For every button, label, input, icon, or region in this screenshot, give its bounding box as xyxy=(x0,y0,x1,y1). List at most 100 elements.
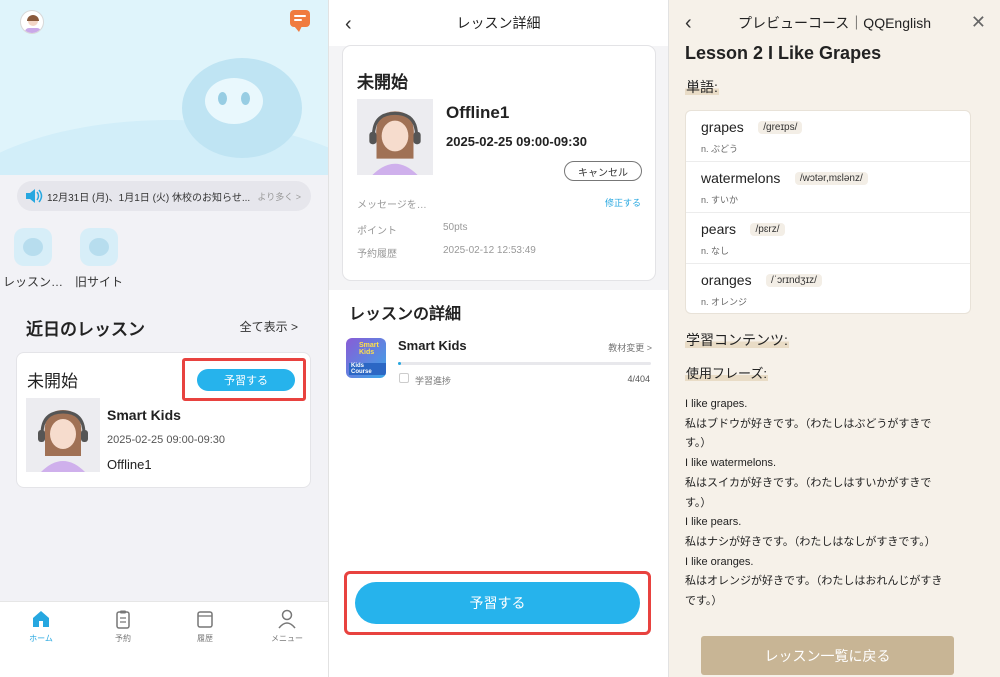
see-all-link[interactable]: 全て表示 > xyxy=(240,318,298,335)
tab-menu[interactable]: メニュー xyxy=(246,602,328,677)
close-icon[interactable]: ✕ xyxy=(971,12,986,33)
lesson-card[interactable]: 未開始 予習する Smart Kids 2025-02-25 09:00-09:… xyxy=(16,352,311,488)
vocab-word: oranges xyxy=(701,272,752,288)
shortcut-lesson[interactable]: レッスン… xyxy=(0,228,66,290)
vocab-phonetic: /wɔtər,mɛlənz/ xyxy=(794,172,868,185)
page-title: プレビューコース｜QQEnglish xyxy=(738,15,931,31)
vocab-list: grapes /greɪps/ n. ぶどう watermelons /wɔtə… xyxy=(685,110,971,314)
course-name: Smart Kids xyxy=(107,407,181,423)
sample-line: 私はスイカが好きです。（わたしはすいかがすきで xyxy=(685,476,932,489)
avatar-icon xyxy=(25,15,41,33)
vocab-meaning: n. すいか xyxy=(701,195,739,205)
notice-text: 12月31日 (月)、1月1日 (火) 休校のお知らせ... xyxy=(47,192,251,204)
user-avatar[interactable] xyxy=(20,10,44,34)
vocab-item: pears /pɛrz/ n. なし xyxy=(686,213,970,264)
tab-label: メニュー xyxy=(271,634,303,643)
clipboard-icon xyxy=(113,609,133,629)
teacher-avatar-icon xyxy=(26,398,100,472)
sample-line: です。） xyxy=(685,595,723,608)
mascot-face xyxy=(205,78,263,124)
sample-line: I like grapes. xyxy=(685,398,748,410)
vocab-item: oranges /ˈɔrɪndʒɪz/ n. オレンジ xyxy=(686,264,970,315)
progress-label: 学習進捗 xyxy=(415,376,452,386)
teacher-avatar-icon xyxy=(357,99,433,175)
points-value: 50pts xyxy=(443,222,468,233)
teacher-name: Offline1 xyxy=(107,457,152,472)
progress-icon xyxy=(399,373,409,383)
book-icon xyxy=(195,609,215,629)
shortcut-label: 旧サイト xyxy=(74,275,123,289)
tab-booking[interactable]: 予約 xyxy=(82,602,164,677)
content-heading: 学習コンテンツ: xyxy=(685,332,789,348)
vocab-meaning: n. なし xyxy=(701,246,730,256)
teacher-name: Offline1 xyxy=(446,103,510,122)
tab-label: ホーム xyxy=(29,634,53,643)
cancel-button[interactable]: キャンセル xyxy=(564,161,642,181)
speaker-icon xyxy=(25,188,47,204)
section-title: レッスンの詳細 xyxy=(349,306,462,323)
progress-bar xyxy=(398,362,651,365)
teacher-photo xyxy=(26,398,100,472)
notice-more-link[interactable]: より多く > xyxy=(257,190,301,203)
lesson-time: 2025-02-25 09:00-09:30 xyxy=(446,134,587,149)
booked-label: 予約履歴 xyxy=(357,249,397,260)
sample-line: 私はオレンジが好きです。（わたしはおれんじがすき xyxy=(685,575,943,588)
old-site-shortcut-icon xyxy=(80,228,118,266)
vocab-word: watermelons xyxy=(701,170,781,186)
sample-line: I like oranges. xyxy=(685,555,754,568)
change-material-link[interactable]: 教材変更 > xyxy=(608,341,652,354)
highlight-box: 予習する xyxy=(344,571,651,635)
vocab-meaning: n. ぶどう xyxy=(701,144,739,154)
course-thumbnail: Smart Kids Kids Course xyxy=(346,338,386,378)
course-name: Smart Kids xyxy=(398,338,467,353)
thumb-title: Smart Kids xyxy=(359,342,379,356)
home-icon xyxy=(31,609,51,629)
back-to-list-button[interactable]: レッスン一覧に戻る xyxy=(701,636,954,675)
back-icon[interactable]: ‹ xyxy=(345,13,352,36)
sample-line: I like watermelons. xyxy=(685,457,777,470)
thumb-subtitle: Kids Course xyxy=(349,363,386,375)
lesson-title: Lesson 2 I Like Grapes xyxy=(685,43,882,63)
sample-line: す。） xyxy=(685,437,712,450)
sample-sentences: I like grapes. 私はブドウが好きです。（わたしはぶどうがすきで す… xyxy=(685,395,967,612)
vocab-phonetic: /ˈɔrɪndʒɪz/ xyxy=(766,274,822,287)
sample-line: す。） xyxy=(685,496,712,509)
lesson-time: 2025-02-25 09:00-09:30 xyxy=(107,434,226,446)
bottom-tab-bar: ホーム 予約 履歴 メニュー xyxy=(0,601,328,677)
vocab-phonetic: /pɛrz/ xyxy=(750,223,785,236)
person-icon xyxy=(277,609,297,629)
vocab-meaning: n. オレンジ xyxy=(701,297,748,307)
sample-line: 私はナシが好きです。（わたしはなしがすきです。） xyxy=(685,535,936,548)
prepare-button-large[interactable]: 予習する xyxy=(355,582,640,624)
preview-course-screen: ‹ プレビューコース｜QQEnglish ✕ Lesson 2 I Like G… xyxy=(668,0,1000,677)
preview-navbar: ‹ プレビューコース｜QQEnglish ✕ xyxy=(669,0,1000,46)
message-label[interactable]: メッセージを… xyxy=(357,196,427,211)
notice-bar[interactable]: 12月31日 (月)、1月1日 (火) 休校のお知らせ... より多く > xyxy=(17,181,311,211)
recent-lessons-title: 近日のレッスン xyxy=(26,320,145,339)
phrases-heading: 使用フレーズ: xyxy=(685,366,768,381)
teacher-photo xyxy=(357,99,433,175)
points-label: ポイント xyxy=(357,226,397,237)
lesson-status: 未開始 xyxy=(27,372,78,391)
prepare-button[interactable]: 予習する xyxy=(197,369,295,391)
tab-history[interactable]: 履歴 xyxy=(164,602,246,677)
back-icon[interactable]: ‹ xyxy=(685,12,692,35)
lesson-summary-card: 未開始 Offline1 2025-02-25 09:00-09:30 キャンセ… xyxy=(342,45,656,281)
highlight-box: 予習する xyxy=(182,358,306,401)
sample-line: I like pears. xyxy=(685,516,742,529)
chat-icon[interactable] xyxy=(290,10,310,32)
sample-line: 私はブドウが好きです。（わたしはぶどうがすきで xyxy=(685,417,932,430)
detail-navbar: ‹ レッスン詳細 xyxy=(329,0,668,46)
vocab-item: watermelons /wɔtər,mɛlənz/ n. すいか xyxy=(686,162,970,213)
edit-link[interactable]: 修正する xyxy=(605,196,641,209)
shortcut-label: レッスン… xyxy=(2,275,63,289)
vocab-heading: 単語: xyxy=(685,79,719,95)
lesson-shortcut-icon xyxy=(14,228,52,266)
shortcut-old-site[interactable]: 旧サイト xyxy=(66,228,132,290)
progress-fill xyxy=(398,362,401,365)
booked-value: 2025-02-12 12:53:49 xyxy=(443,245,536,256)
vocab-item: grapes /greɪps/ n. ぶどう xyxy=(686,111,970,162)
progress-count: 4/404 xyxy=(627,374,650,384)
tab-home[interactable]: ホーム xyxy=(0,602,82,677)
mascot-eye xyxy=(218,92,227,105)
